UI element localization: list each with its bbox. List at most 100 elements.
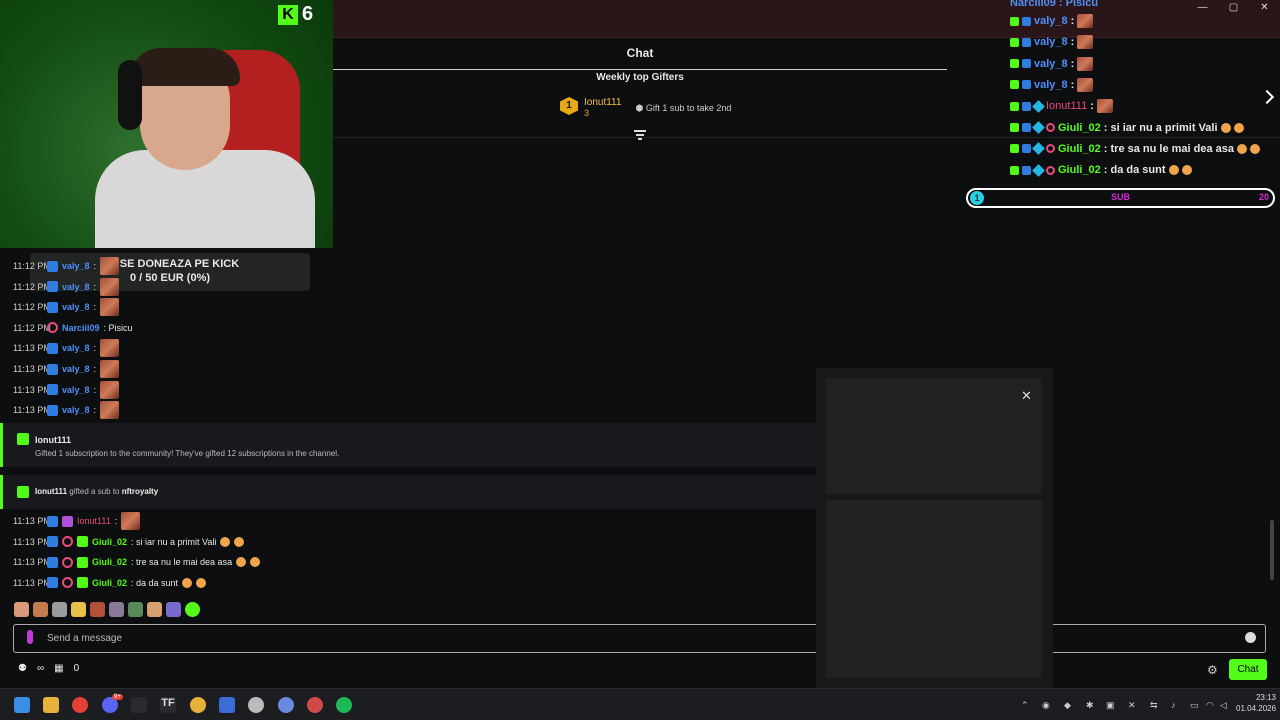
obs-icon[interactable] — [307, 697, 323, 713]
coin-app-icon[interactable] — [190, 697, 206, 713]
tray-icon[interactable]: ◆ — [1064, 700, 1071, 711]
emote[interactable] — [128, 602, 143, 617]
gift-user[interactable]: Ionut111 — [35, 435, 71, 445]
emote — [1077, 14, 1094, 28]
emote[interactable] — [52, 602, 67, 617]
tray-icon[interactable]: ✕ — [1128, 700, 1136, 711]
badge-icon — [47, 536, 58, 548]
tray-icon[interactable]: ▣ — [1106, 700, 1115, 711]
message-user[interactable]: Giuli_02 — [92, 537, 127, 547]
badge-icon — [1022, 101, 1031, 111]
popup-content-bottom — [826, 500, 1042, 678]
message-sep: : — [93, 302, 97, 313]
top-gifter-row[interactable]: 1 Ionut111 3 ⬢ Gift 1 sub to take 2nd — [560, 97, 731, 118]
file-explorer-icon[interactable] — [43, 697, 59, 713]
message-user[interactable]: valy_8 — [62, 385, 90, 395]
message-sep: : — [93, 261, 97, 271]
chat-message: 11:13 PM valy_8: — [13, 400, 120, 420]
windows-start-icon[interactable] — [14, 697, 30, 713]
emote — [100, 277, 120, 296]
chevron-up-icon[interactable]: ⌃ — [1021, 700, 1029, 711]
badge-icon — [47, 363, 58, 375]
close-button[interactable]: ✕ — [1249, 0, 1280, 16]
badge-icon — [47, 260, 58, 272]
scrollbar[interactable] — [1270, 520, 1274, 580]
maximize-button[interactable]: ▢ — [1218, 0, 1249, 16]
tray-icon[interactable]: ◉ — [1042, 700, 1050, 711]
message-user[interactable]: Giuli_02 — [92, 578, 127, 588]
overlay-text: : — [1090, 100, 1094, 113]
gift-target[interactable]: nftroyalty — [122, 487, 158, 496]
network-icon[interactable]: ▭ — [1190, 700, 1199, 711]
clock[interactable]: 23:13 01.04.2026 — [1236, 692, 1276, 714]
gifter-name: Ionut111 — [584, 97, 622, 108]
message-user[interactable]: valy_8 — [62, 302, 90, 312]
tray-icon[interactable]: ⇆ — [1150, 700, 1158, 711]
emote[interactable] — [147, 602, 162, 617]
popup-content-top — [826, 378, 1042, 494]
emote — [1077, 77, 1094, 92]
volume-icon[interactable]: ◁ — [1220, 700, 1227, 711]
emote[interactable] — [166, 602, 181, 617]
emote[interactable] — [14, 602, 29, 617]
overlay-text: : tre sa nu le mai dea asa — [1103, 142, 1235, 155]
close-icon[interactable]: ✕ — [1021, 388, 1032, 404]
badge-icon — [1032, 142, 1045, 156]
message-time: 11:12 PM — [13, 302, 51, 313]
minimize-button[interactable]: — — [1187, 0, 1218, 16]
emote[interactable] — [109, 602, 124, 617]
emote[interactable] — [185, 602, 200, 617]
emote — [100, 257, 120, 275]
badge-icon — [1010, 165, 1019, 175]
overlay-chat-line: Ionut111 : — [1010, 96, 1113, 116]
message-user[interactable]: valy_8 — [62, 405, 90, 415]
chevron-right-icon[interactable] — [1259, 89, 1275, 105]
discord-badge: 9+ — [112, 694, 123, 700]
overlay-text: : si iar nu a primit Vali — [1103, 121, 1218, 134]
db-app-icon[interactable] — [278, 697, 294, 713]
spotify-icon[interactable] — [336, 697, 352, 713]
message-user[interactable]: valy_8 — [62, 343, 90, 353]
points-icon: ▦ — [54, 663, 64, 674]
emote[interactable] — [33, 602, 48, 617]
wifi-icon[interactable]: ◠ — [1206, 700, 1214, 711]
collapse-icon[interactable] — [634, 130, 646, 140]
message-sep: : — [93, 405, 97, 416]
g-app-icon[interactable] — [219, 697, 235, 713]
emote[interactable] — [90, 602, 105, 617]
chrome-icon[interactable] — [72, 697, 88, 713]
gear-icon[interactable]: ⚙ — [1207, 663, 1219, 677]
message-user[interactable]: Narciii09 — [62, 323, 100, 333]
app-icon[interactable] — [131, 697, 147, 713]
message-user[interactable]: valy_8 — [62, 261, 90, 271]
tf-app-icon[interactable]: TF — [160, 697, 176, 713]
emoji — [236, 557, 247, 568]
vpn-icon[interactable] — [248, 697, 264, 713]
headphones — [118, 60, 142, 130]
message-input[interactable] — [13, 624, 1266, 653]
rank-badge: 1 — [560, 97, 578, 115]
message-sep: : — [93, 281, 97, 292]
badge-icon — [1010, 80, 1019, 90]
message-user[interactable]: valy_8 — [62, 364, 90, 374]
emoji — [1250, 143, 1261, 154]
people-icon[interactable]: ⚉ — [18, 663, 27, 674]
chat-send-button[interactable]: Chat — [1229, 659, 1267, 680]
sub-goal-bar: 1 SUB 20 — [966, 188, 1275, 208]
badge-icon — [1022, 144, 1031, 154]
message-user[interactable]: valy_8 — [62, 282, 90, 292]
gift-user[interactable]: Ionut111 — [35, 487, 67, 496]
emoji-icon[interactable] — [1245, 632, 1256, 643]
overlay-chat-line: Giuli_02 : da da sunt — [1010, 160, 1192, 180]
emote[interactable] — [71, 602, 86, 617]
badge-icon — [77, 556, 88, 568]
message-user[interactable]: Giuli_02 — [92, 557, 127, 567]
bluetooth-icon[interactable]: ✱ — [1086, 700, 1094, 711]
chat-message: 11:13 PM Giuli_02: da da sunt — [13, 573, 207, 593]
mic-tray-icon[interactable]: ♪ — [1171, 700, 1176, 710]
chat-message: 11:12 PM valy_8: — [13, 256, 120, 276]
badge-icon — [1032, 163, 1045, 177]
mic-icon[interactable] — [27, 630, 33, 644]
message-text: : si iar nu a primit Vali — [131, 536, 217, 547]
message-user[interactable]: Ionut111 — [77, 516, 111, 526]
